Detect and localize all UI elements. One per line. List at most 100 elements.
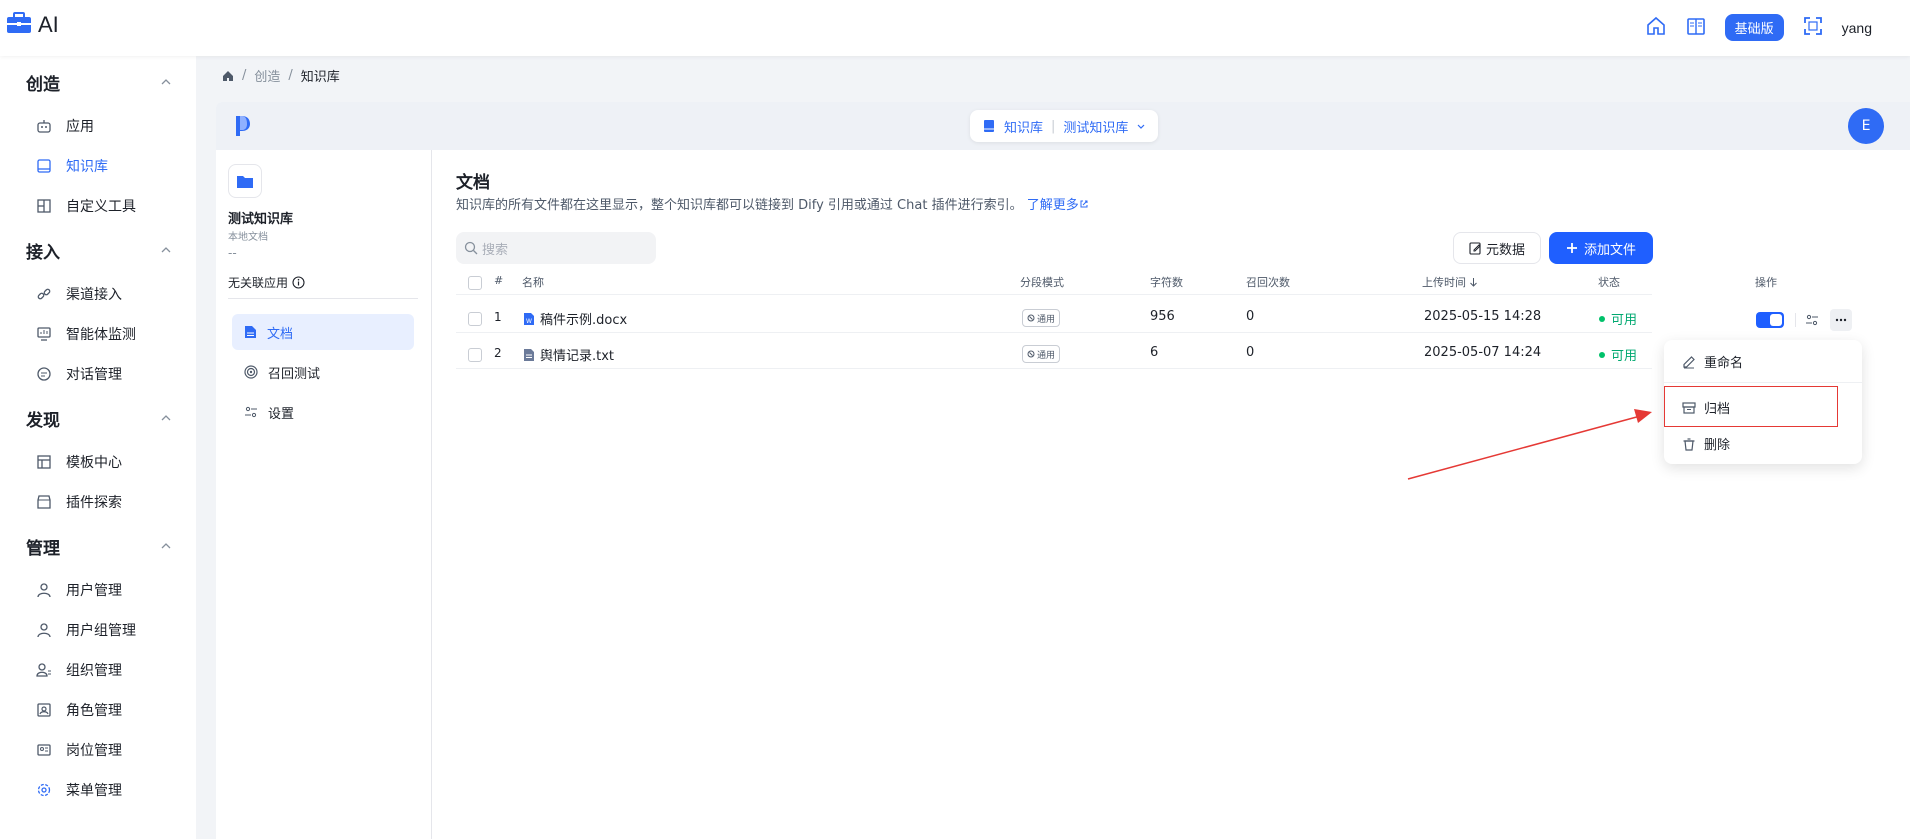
app-logo-icon xyxy=(236,116,250,136)
page-title: 文档 xyxy=(456,173,490,193)
home-icon[interactable] xyxy=(222,70,234,82)
sort-down-icon[interactable] xyxy=(1469,277,1478,287)
sidebar-item-apps[interactable]: 应用 xyxy=(36,116,94,136)
breadcrumb-item-create[interactable]: 创造 xyxy=(254,66,280,85)
search-input[interactable]: 搜索 xyxy=(456,232,656,264)
user-menu[interactable]: yang xyxy=(1842,20,1872,36)
sidebar-item-plugins[interactable]: 插件探索 xyxy=(36,492,122,512)
kb-nav-label: 设置 xyxy=(268,406,295,422)
file-name[interactable]: 舆情记录.txt xyxy=(540,345,614,364)
sidebar-item-label: 组织管理 xyxy=(66,663,122,679)
sidebar-item-custom-tools[interactable]: 自定义工具 xyxy=(36,196,136,216)
file-name[interactable]: 稿件示例.docx xyxy=(540,309,627,328)
sidebar-item-templates[interactable]: 模板中心 xyxy=(36,452,122,472)
home-icon[interactable] xyxy=(1645,15,1667,41)
upload-time: 2025-05-15 14:28 xyxy=(1424,309,1542,324)
sidebar-item-channels[interactable]: 渠道接入 xyxy=(36,284,122,304)
col-num: # xyxy=(494,274,504,287)
fullscreen-icon[interactable] xyxy=(1802,15,1824,41)
kb-nav-documents[interactable]: 文档 xyxy=(232,314,414,350)
sidebar-item-label: 岗位管理 xyxy=(66,743,122,759)
col-chars: 字符数 xyxy=(1150,276,1183,289)
metadata-button[interactable]: 元数据 xyxy=(1453,232,1541,264)
sidebar-item-organizations[interactable]: 组织管理 xyxy=(36,660,122,680)
sidebar-item-knowledge[interactable]: 知识库 xyxy=(36,156,108,176)
kb-type: 本地文档 xyxy=(228,232,268,243)
sidebar-group-manage[interactable]: 管理 xyxy=(26,534,60,559)
menu-item-label: 重命名 xyxy=(1704,356,1744,371)
kb-switcher[interactable]: 知识库 | 测试知识库 xyxy=(970,110,1159,142)
breadcrumb-item-current: 知识库 xyxy=(300,70,340,85)
divider xyxy=(456,368,1652,369)
status-label: 可用 xyxy=(1611,349,1638,364)
enable-toggle[interactable] xyxy=(1756,312,1784,328)
briefcase-icon xyxy=(6,12,32,38)
char-count: 6 xyxy=(1150,345,1159,360)
chevron-down-icon[interactable] xyxy=(1136,121,1146,131)
kb-linked-apps[interactable]: 无关联应用 xyxy=(228,274,305,291)
menu-item-rename[interactable]: 重命名 xyxy=(1682,352,1743,371)
documents-area: 文档 知识库的所有文件都在这里显示，整个知识库都可以链接到 Dify 引用或通过… xyxy=(432,150,1910,839)
row-checkbox[interactable] xyxy=(468,312,482,326)
card-header: 知识库 | 测试知识库 E xyxy=(216,102,1910,150)
divider xyxy=(1664,382,1862,383)
monitor-icon xyxy=(37,327,51,341)
col-name: 名称 xyxy=(522,276,544,289)
highlight-box xyxy=(1664,386,1838,427)
chevron-up-icon[interactable] xyxy=(160,412,172,424)
sidebar-group-discover[interactable]: 发现 xyxy=(26,406,60,431)
sidebar-item-label: 自定义工具 xyxy=(66,199,136,215)
row-checkbox[interactable] xyxy=(468,348,482,362)
target-icon xyxy=(244,365,258,379)
add-file-button[interactable]: 添加文件 xyxy=(1549,232,1653,264)
svg-text:W: W xyxy=(526,318,532,325)
plan-badge[interactable]: 基础版 xyxy=(1724,14,1784,41)
link-icon xyxy=(37,288,51,300)
more-actions-button[interactable] xyxy=(1830,309,1852,331)
kb-current-name[interactable]: 测试知识库 xyxy=(1063,117,1128,136)
sidebar-item-conversations[interactable]: 对话管理 xyxy=(36,364,122,384)
sidebar-group-create[interactable]: 创造 xyxy=(26,70,60,95)
select-all-checkbox[interactable] xyxy=(468,276,482,290)
avatar[interactable]: E xyxy=(1848,108,1884,144)
sidebar-item-label: 智能体监测 xyxy=(66,327,136,343)
settings-sliders-icon[interactable] xyxy=(1805,313,1819,327)
info-icon[interactable] xyxy=(292,276,305,289)
divider xyxy=(456,332,1652,333)
sidebar-item-menus[interactable]: 菜单管理 xyxy=(36,780,122,800)
kb-nav-recall-test[interactable]: 召回测试 xyxy=(232,354,414,390)
learn-more-label: 了解更多 xyxy=(1026,198,1079,213)
sidebar-item-user-groups[interactable]: 用户组管理 xyxy=(36,620,136,640)
learn-more-link[interactable]: 了解更多 xyxy=(1027,198,1089,213)
sidebar-item-label: 对话管理 xyxy=(66,367,122,383)
top-bar: AI 基础版 yang xyxy=(0,0,1910,56)
col-upload[interactable]: 上传时间 xyxy=(1422,274,1478,290)
breadcrumb: / 创造 / 知识库 xyxy=(222,66,340,85)
menu-item-delete[interactable]: 删除 xyxy=(1682,434,1730,453)
char-count: 956 xyxy=(1150,309,1175,324)
upload-time: 2025-05-07 14:24 xyxy=(1424,345,1542,360)
chevron-up-icon[interactable] xyxy=(160,540,172,552)
add-file-label: 添加文件 xyxy=(1583,242,1636,258)
docs-book-icon[interactable] xyxy=(1685,15,1707,41)
chevron-up-icon[interactable] xyxy=(160,244,172,256)
col-actions: 操作 xyxy=(1755,276,1777,289)
chevron-up-icon[interactable] xyxy=(160,76,172,88)
row-num: 2 xyxy=(494,346,502,360)
sidebar-group-access[interactable]: 接入 xyxy=(26,238,60,263)
kb-nav-label: 文档 xyxy=(267,326,294,342)
settings-sliders-icon xyxy=(245,406,257,418)
sidebar-item-posts[interactable]: 岗位管理 xyxy=(36,740,122,760)
kb-nav-settings[interactable]: 设置 xyxy=(232,394,414,430)
sidebar-item-users[interactable]: 用户管理 xyxy=(36,580,122,600)
word-file-icon: W xyxy=(524,313,534,325)
kb-nav-label: 召回测试 xyxy=(268,366,321,382)
status-badge: 可用 xyxy=(1599,309,1637,328)
kb-section-label[interactable]: 知识库 xyxy=(1004,117,1043,136)
sidebar-item-roles[interactable]: 角色管理 xyxy=(36,700,122,720)
menu-item-label: 删除 xyxy=(1704,438,1731,453)
row-num: 1 xyxy=(494,310,502,324)
brand[interactable]: AI xyxy=(6,12,59,38)
sidebar-item-agent-monitor[interactable]: 智能体监测 xyxy=(36,324,136,344)
divider xyxy=(456,294,1652,295)
